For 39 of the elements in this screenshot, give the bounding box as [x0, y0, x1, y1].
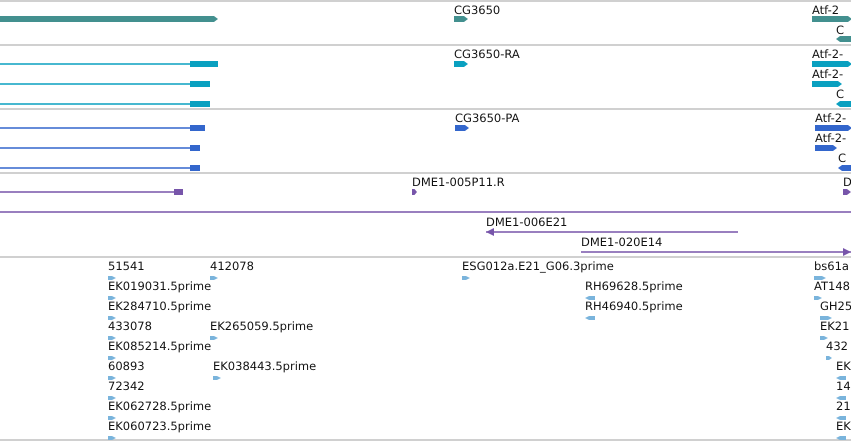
feature-label: Atf-2 — [812, 3, 840, 17]
feature-label: bs61a — [814, 259, 849, 273]
feature-label: 14 — [836, 379, 851, 393]
feature-label: C — [836, 23, 844, 37]
feature-label: EK085214.5prime — [108, 339, 212, 353]
feature-label: EK — [836, 359, 851, 373]
feature-label: DME1-020E14 — [581, 235, 662, 249]
feature-label: Atf-2- — [812, 67, 844, 81]
feature-label: EK265059.5prime — [210, 319, 314, 333]
feature-label: EK019031.5prime — [108, 279, 212, 293]
feature-label: 433078 — [108, 319, 152, 333]
feature-label: EK284710.5prime — [108, 299, 212, 313]
feature-label: RH69628.5prime — [585, 279, 683, 293]
feature-label: 51541 — [108, 259, 145, 273]
feature-label: EK062728.5prime — [108, 399, 212, 413]
feature-label: 412078 — [210, 259, 254, 273]
feature-label: Atf-2- — [815, 131, 846, 145]
feature-label: C — [836, 87, 844, 101]
feature-label: Atf-2- — [812, 47, 844, 61]
feature-label: AT148 — [814, 279, 850, 293]
feature-label: 21 — [836, 399, 851, 413]
feature-label: DME1-005P11.R — [412, 175, 505, 189]
feature-label: D — [843, 175, 851, 189]
feature-label: 60893 — [108, 359, 145, 373]
feature-label: Atf-2- — [815, 111, 846, 125]
feature-label: EK21 — [820, 319, 850, 333]
feature-label: DME1-006E21 — [486, 215, 568, 229]
feature-label: C — [838, 151, 846, 165]
feature-label: CG3650-RA — [454, 47, 520, 61]
feature-label: GH25 — [820, 299, 851, 313]
feature-label: EK — [836, 419, 851, 433]
feature-label: 72342 — [108, 379, 145, 393]
feature-label: CG3650 — [454, 3, 500, 17]
feature-label: ESG012a.E21_G06.3prime — [462, 259, 614, 273]
feature-label: EK038443.5prime — [213, 359, 316, 373]
feature-label: CG3650-PA — [455, 111, 520, 125]
feature-label: RH46940.5prime — [585, 299, 683, 313]
feature-label: 432 — [826, 339, 848, 353]
feature-label: EK060723.5prime — [108, 419, 212, 433]
